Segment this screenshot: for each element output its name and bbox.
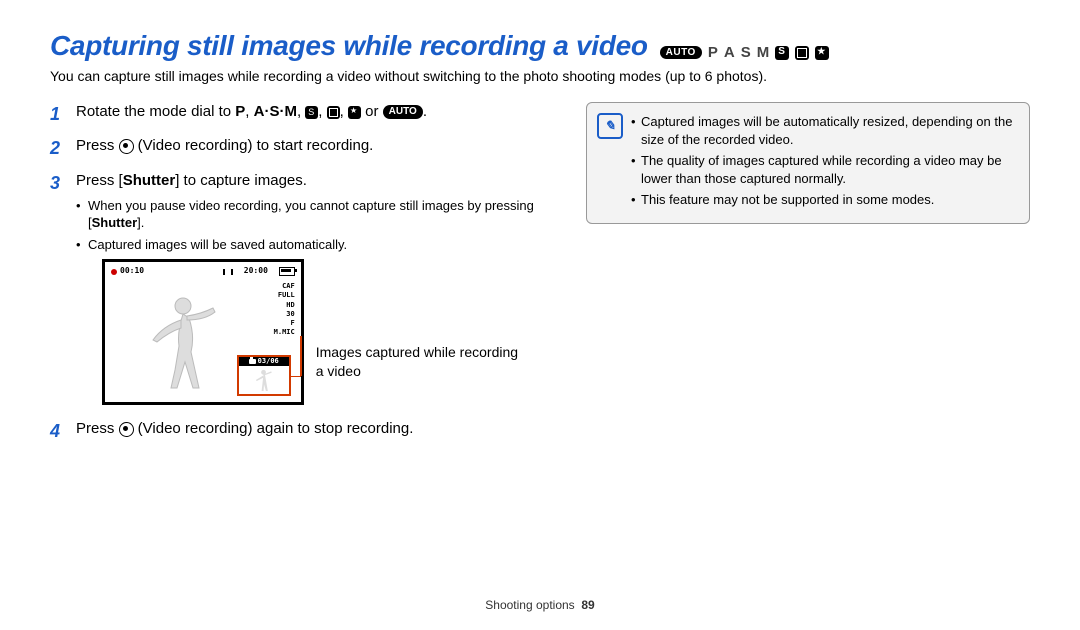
mode-magic-icon: [815, 46, 829, 60]
thumbnail-caption: Images captured while recording a video: [316, 343, 550, 381]
rec-indicator-icon: [111, 269, 117, 275]
intro-text: You can capture still images while recor…: [50, 68, 1030, 84]
mode-smart-icon: [795, 46, 809, 60]
thumbnail-count: 03/06: [258, 357, 279, 366]
step-4: Press (Video recording) again to stop re…: [50, 419, 550, 439]
record-button-icon: [119, 139, 134, 154]
info-icon: ✎: [597, 113, 623, 139]
auto-icon: AUTO: [383, 105, 423, 119]
page-footer: Shooting options 89: [0, 598, 1080, 612]
step-3-note-1: When you pause video recording, you cann…: [76, 197, 550, 232]
note-3: This feature may not be supported in som…: [631, 191, 1017, 209]
left-column: Rotate the mode dial to P, A·S·M, , , or…: [50, 102, 550, 454]
time-remaining: 20:00: [244, 266, 268, 277]
note-2: The quality of images captured while rec…: [631, 152, 1017, 187]
footer-section: Shooting options: [485, 598, 574, 612]
step-3: Press [Shutter] to capture images. When …: [50, 171, 550, 406]
callout-leader-line: [289, 376, 301, 378]
right-column: ✎ Captured images will be automatically …: [586, 102, 1030, 454]
mode-p-icon: P: [708, 44, 718, 61]
captured-thumbnail: 03/06: [237, 355, 291, 396]
battery-icon: [279, 267, 295, 276]
dancer-thumb-icon: [252, 368, 276, 392]
mode-s-icon: S: [741, 44, 751, 61]
manual-page: Capturing still images while recording a…: [0, 0, 1080, 630]
pause-icon: [223, 269, 233, 275]
footer-page-number: 89: [581, 598, 594, 612]
mode-scene-icon: [775, 46, 789, 60]
camera-icon: [249, 359, 256, 364]
fps-indicator: 30 F: [274, 310, 295, 328]
note-1: Captured images will be automatically re…: [631, 113, 1017, 148]
mode-a-icon: A: [724, 44, 735, 61]
step-2: Press (Video recording) to start recordi…: [50, 136, 550, 156]
step-3-note-2: Captured images will be saved automatica…: [76, 236, 550, 254]
camera-lcd-illustration: 00:10 20:00 CAF FULL HD 30 F M.MIC: [102, 259, 304, 405]
magic-icon: [348, 106, 361, 119]
resolution-indicator: FULL HD: [274, 291, 295, 309]
page-title: Capturing still images while recording a…: [50, 30, 648, 62]
mode-auto-icon: AUTO: [660, 46, 702, 59]
record-button-icon: [119, 422, 134, 437]
rec-time: 00:10: [120, 266, 144, 277]
scene-icon: [305, 106, 318, 119]
smart-icon: [327, 106, 340, 119]
mode-badge-strip: AUTO P A S M: [660, 44, 830, 61]
caf-indicator: CAF: [274, 282, 295, 291]
step-1: Rotate the mode dial to P, A·S·M, , , or…: [50, 102, 550, 122]
mode-m-icon: M: [757, 44, 770, 61]
mic-indicator: M.MIC: [274, 328, 295, 337]
info-note-box: ✎ Captured images will be automatically …: [586, 102, 1030, 224]
dancer-silhouette-icon: [135, 292, 235, 392]
